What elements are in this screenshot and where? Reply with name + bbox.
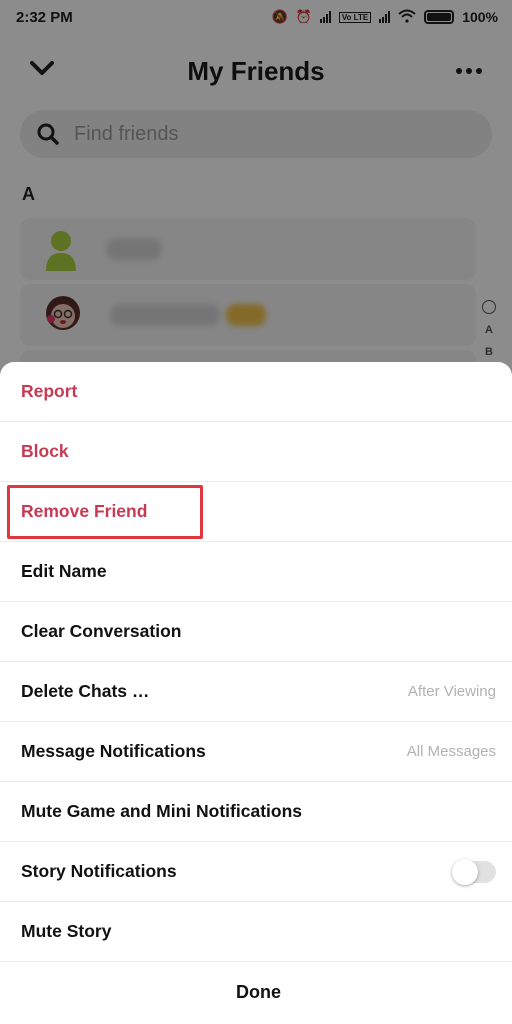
clear-conversation-button[interactable]: Clear Conversation — [0, 602, 512, 662]
done-label: Done — [236, 981, 281, 1002]
story-notifications-row: Story Notifications — [0, 842, 512, 902]
row-label: Block — [21, 441, 69, 461]
row-label: Mute Game and Mini Notifications — [21, 801, 302, 821]
row-label: Edit Name — [21, 561, 107, 581]
edit-name-button[interactable]: Edit Name — [0, 542, 512, 602]
row-value: After Viewing — [407, 683, 496, 700]
toggle-knob — [452, 858, 478, 885]
row-label: Message Notifications — [21, 741, 206, 761]
action-sheet: Report Block Remove Friend Edit Name Cle… — [0, 362, 512, 1024]
mute-game-notifications-button[interactable]: Mute Game and Mini Notifications — [0, 782, 512, 842]
row-label: Delete Chats … — [21, 681, 150, 701]
done-button[interactable]: Done — [0, 962, 512, 1022]
row-label: Clear Conversation — [21, 621, 182, 641]
mute-story-button[interactable]: Mute Story — [0, 902, 512, 962]
row-label: Report — [21, 381, 78, 401]
block-button[interactable]: Block — [0, 422, 512, 482]
remove-friend-highlight — [7, 485, 203, 539]
delete-chats-button[interactable]: Delete Chats … After Viewing — [0, 662, 512, 722]
report-button[interactable]: Report — [0, 362, 512, 422]
story-notifications-toggle[interactable] — [452, 858, 496, 885]
row-value: All Messages — [406, 743, 496, 760]
message-notifications-button[interactable]: Message Notifications All Messages — [0, 722, 512, 782]
row-label: Mute Story — [21, 921, 112, 941]
row-label: Story Notifications — [21, 861, 177, 881]
